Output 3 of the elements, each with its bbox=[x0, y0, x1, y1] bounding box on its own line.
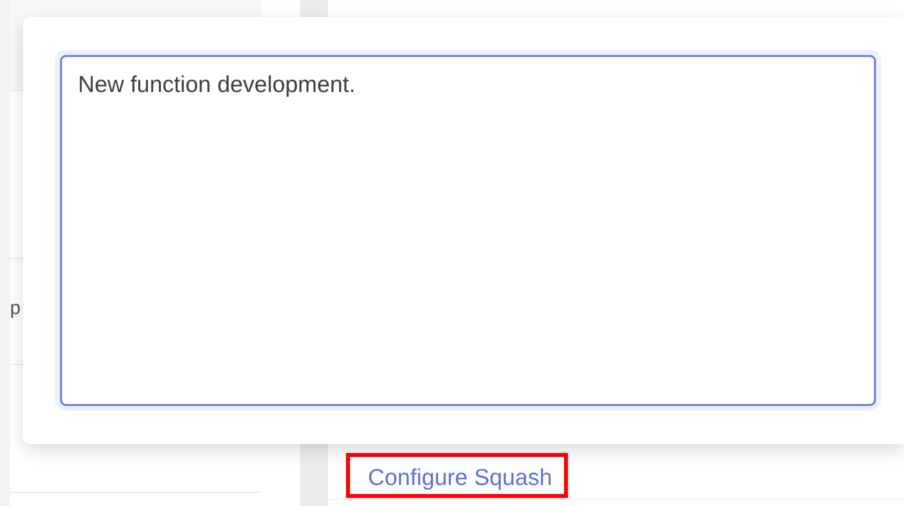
description-field[interactable]: New function development. bbox=[60, 55, 876, 406]
truncated-text: p bbox=[10, 297, 21, 321]
configure-squash-link[interactable]: Configure Squash bbox=[346, 453, 568, 498]
